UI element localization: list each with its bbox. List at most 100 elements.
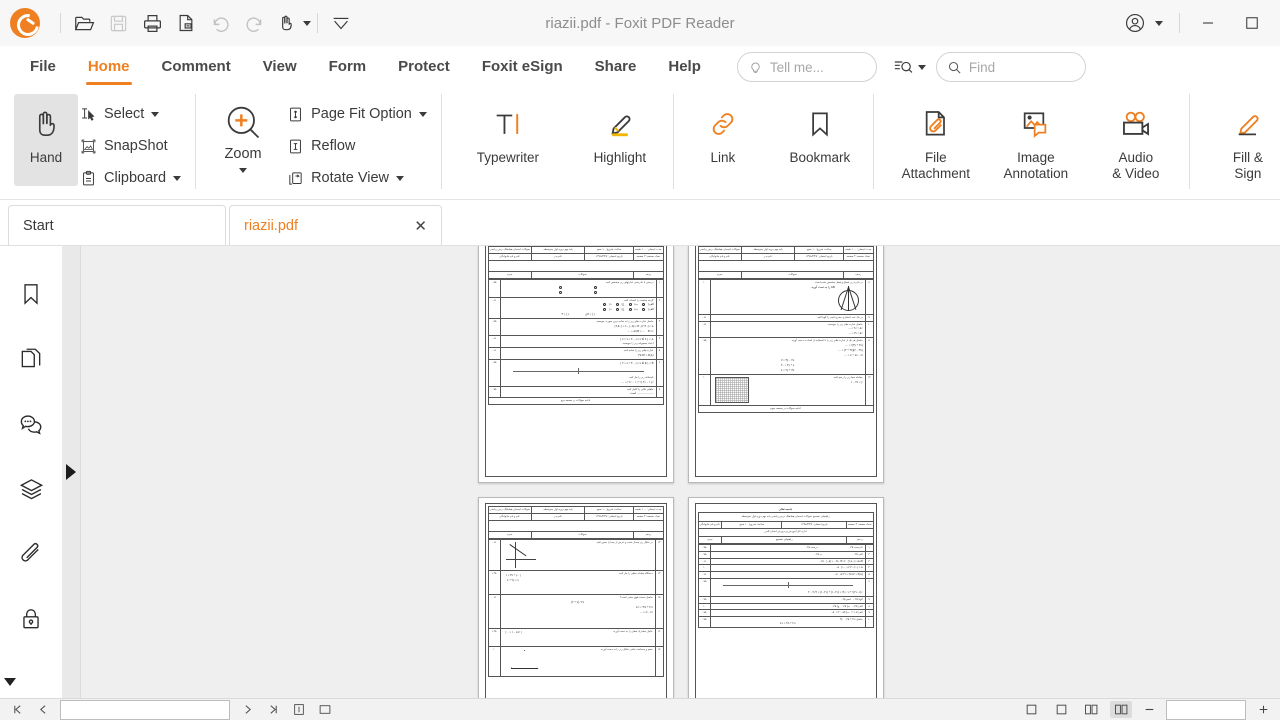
zoom-label: Zoom bbox=[224, 146, 262, 162]
hand-cursor-button[interactable] bbox=[271, 6, 301, 40]
sidebar-item-attachments[interactable] bbox=[11, 532, 51, 576]
zoom-out-button[interactable] bbox=[1140, 702, 1158, 718]
clipboard-button[interactable]: Clipboard bbox=[78, 164, 187, 192]
question-mark: ۰.۷۵ bbox=[487, 385, 501, 399]
image-annotation-icon bbox=[1020, 102, 1052, 146]
pdf-page-1[interactable]: سوالات امتحان هماهنگ درس ریاضی پایه نهم … bbox=[477, 246, 674, 483]
reflow-button[interactable]: Reflow bbox=[285, 132, 433, 160]
hand-tool-dropdown-icon[interactable] bbox=[303, 20, 311, 26]
advanced-search-button[interactable] bbox=[893, 57, 926, 77]
answer-number: ۱۰ bbox=[864, 616, 874, 628]
menu-file[interactable]: File bbox=[14, 46, 72, 88]
account-button[interactable] bbox=[1117, 6, 1153, 40]
page-4-content: باسمه تعالی راهنمای تصحیح سوالات امتحان … bbox=[694, 503, 877, 698]
tell-me-box[interactable]: Tell me... bbox=[736, 52, 877, 82]
next-page-button[interactable] bbox=[238, 702, 256, 718]
menu-help[interactable]: Help bbox=[652, 46, 717, 88]
pdf-page-4[interactable]: باسمه تعالی راهنمای تصحیح سوالات امتحان … bbox=[687, 497, 884, 698]
question-text: معادله خط زیر را رسم کنید. y = ٢x − ١ bbox=[709, 374, 866, 407]
maximize-button[interactable] bbox=[1230, 6, 1274, 40]
snapshot-icon bbox=[81, 139, 96, 153]
customize-toolbar-button[interactable] bbox=[324, 6, 358, 40]
rotate-view-dropdown-icon[interactable] bbox=[396, 175, 404, 181]
page-number-input[interactable] bbox=[60, 699, 230, 720]
question-mark: ۱ bbox=[697, 279, 711, 315]
tab-start[interactable]: Start bbox=[8, 205, 226, 245]
menu-home[interactable]: Home bbox=[72, 46, 146, 88]
pdf-page-3[interactable]: سوالات امتحان هماهنگ درس ریاضی پایه نهم … bbox=[477, 497, 674, 698]
page-fit-dropdown-icon[interactable] bbox=[418, 111, 427, 117]
question-number: ۲ bbox=[655, 296, 664, 320]
prev-page-button[interactable] bbox=[34, 702, 52, 718]
sidebar-item-security[interactable] bbox=[11, 597, 51, 641]
menu-share[interactable]: Share bbox=[579, 46, 653, 88]
open-file-button[interactable] bbox=[67, 6, 101, 40]
menu-protect[interactable]: Protect bbox=[382, 46, 466, 88]
save-file-button[interactable] bbox=[101, 6, 135, 40]
document-tab-strip: Start riazii.pdf ✕ bbox=[0, 200, 1280, 246]
last-page-button[interactable] bbox=[264, 702, 282, 718]
advanced-search-dropdown-icon[interactable] bbox=[917, 64, 926, 70]
zoom-button[interactable]: Zoom bbox=[211, 94, 275, 173]
answer-number: ۴ bbox=[864, 564, 874, 572]
question-text: جاهای خالی را کامل کنید. ……………… است. bbox=[499, 385, 657, 399]
menu-view[interactable]: View bbox=[247, 46, 313, 88]
menu-form[interactable]: Form bbox=[313, 46, 383, 88]
zoom-in-button[interactable] bbox=[1254, 702, 1272, 718]
rotate-view-button[interactable]: Rotate View bbox=[285, 164, 433, 192]
page-3-content: سوالات امتحان هماهنگ درس ریاضی پایه نهم … bbox=[484, 503, 667, 698]
page-export-button[interactable] bbox=[169, 6, 203, 40]
file-attachment-button[interactable]: File Attachment bbox=[891, 94, 981, 183]
pdf-page-2[interactable]: سوالات امتحان هماهنگ درس ریاضی پایه نهم … bbox=[687, 246, 884, 483]
undo-button[interactable] bbox=[203, 6, 237, 40]
sidebar-expander-button[interactable] bbox=[64, 458, 78, 486]
menu-comment[interactable]: Comment bbox=[146, 46, 247, 88]
image-annotation-button[interactable]: Image Annotation bbox=[991, 94, 1081, 183]
pdf-viewer[interactable]: سوالات امتحان هماهنگ درس ریاضی پایه نهم … bbox=[81, 246, 1280, 698]
zoom-dropdown-icon[interactable] bbox=[239, 168, 248, 173]
page-fit-option-button[interactable]: Page Fit Option bbox=[285, 100, 433, 128]
audio-video-button[interactable]: Audio & Video bbox=[1091, 94, 1181, 183]
layout-continuous-button[interactable] bbox=[1050, 701, 1072, 718]
zoom-level-input[interactable] bbox=[1166, 699, 1246, 720]
link-button[interactable]: Link bbox=[691, 94, 755, 166]
clipboard-dropdown-icon[interactable] bbox=[173, 175, 182, 181]
account-dropdown-icon[interactable] bbox=[1155, 20, 1163, 26]
layout-facing-button[interactable] bbox=[1080, 701, 1102, 718]
sidebar-item-bookmarks[interactable] bbox=[11, 272, 51, 316]
question-number: ۱۴ bbox=[654, 570, 664, 595]
hdr-cell: ساعت شروع: ۱۰ صبح bbox=[584, 506, 635, 514]
col-hdr: سوالات bbox=[741, 271, 845, 279]
fit-page-button[interactable] bbox=[290, 702, 308, 718]
zoom-icon bbox=[223, 100, 263, 144]
select-dropdown-icon[interactable] bbox=[151, 111, 160, 117]
tab-riazii-pdf[interactable]: riazii.pdf ✕ bbox=[229, 205, 442, 245]
bookmark-button[interactable]: Bookmark bbox=[775, 94, 865, 166]
question-row: ۰.۵ حاصل نسبت فوق چقدر است؟ ٢x / (x + ٢)… bbox=[487, 594, 664, 629]
tab-close-icon[interactable]: ✕ bbox=[414, 217, 427, 235]
question-number: ۸ bbox=[864, 279, 874, 315]
fit-width-button[interactable] bbox=[316, 702, 334, 718]
file-attachment-label-line2: Attachment bbox=[901, 166, 970, 182]
print-button[interactable] bbox=[135, 6, 169, 40]
page-1-footer: ادامه سوالات در صفحه دوم bbox=[487, 397, 664, 406]
hdr-cell: ساعت شروع: ۱۰ صبح bbox=[584, 246, 635, 254]
sidebar-item-page-thumbnails[interactable] bbox=[11, 337, 51, 381]
select-button[interactable]: Select bbox=[78, 100, 187, 128]
layout-continuous-facing-button[interactable] bbox=[1110, 701, 1132, 718]
layout-single-page-button[interactable] bbox=[1020, 701, 1042, 718]
find-input[interactable]: Find bbox=[935, 52, 1086, 82]
sidebar-item-layers[interactable] bbox=[11, 467, 51, 511]
sidebar-more-icon[interactable] bbox=[4, 678, 16, 686]
hand-tool-button[interactable]: Hand bbox=[14, 94, 78, 186]
fill-sign-button[interactable]: Fill & Sign bbox=[1203, 94, 1280, 183]
snapshot-button[interactable]: SnapShot bbox=[78, 132, 187, 160]
highlight-button[interactable]: Highlight bbox=[575, 94, 665, 166]
redo-button[interactable] bbox=[237, 6, 271, 40]
first-page-button[interactable] bbox=[8, 702, 26, 718]
minimize-button[interactable] bbox=[1186, 6, 1230, 40]
typewriter-button[interactable]: Typewriter bbox=[463, 94, 553, 166]
menu-foxit-esign[interactable]: Foxit eSign bbox=[466, 46, 579, 88]
answer-row: ۰.۷۵ الف) x = ٢ ب) a/b − ١/٢ ۰.۵ ۹ bbox=[697, 609, 874, 618]
sidebar-item-comments[interactable] bbox=[11, 402, 51, 446]
